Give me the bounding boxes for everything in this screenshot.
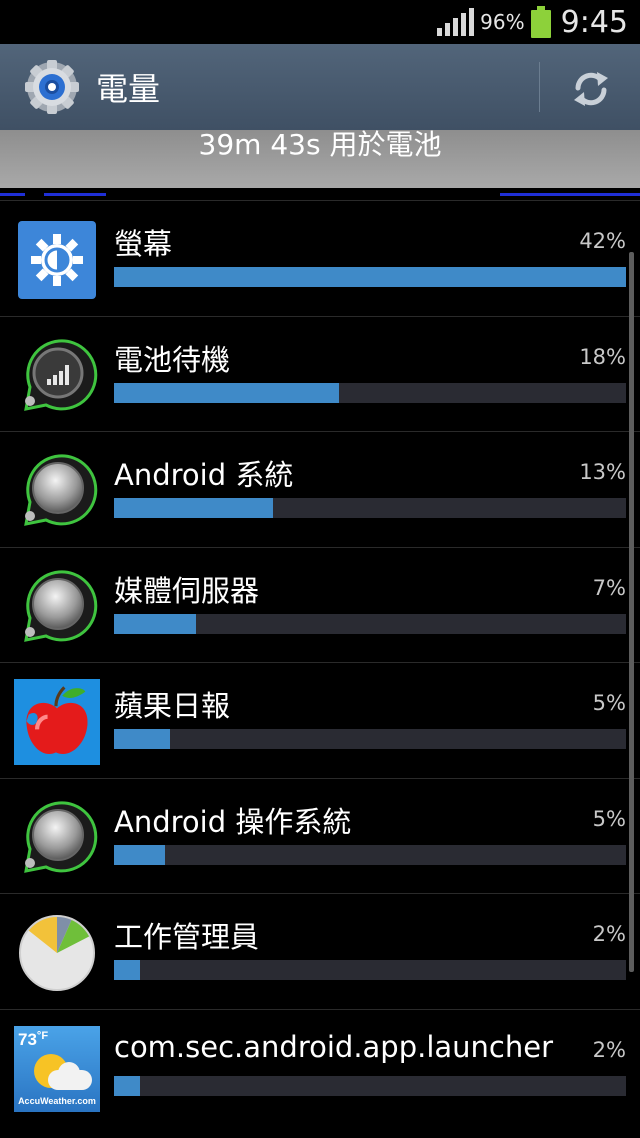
usage-row-android-system[interactable]: Android 系統 13%	[0, 431, 640, 547]
usage-bar	[114, 267, 626, 287]
battery-graph	[0, 188, 640, 200]
media-server-icon	[24, 569, 98, 642]
usage-row-media-server[interactable]: 媒體伺服器 7%	[0, 546, 640, 663]
signal-icon	[437, 8, 475, 36]
usage-row-apple-daily[interactable]: 蘋果日報 5%	[0, 662, 640, 778]
usage-bar	[114, 844, 626, 865]
usage-label: com.sec.android.app.launcher	[114, 1029, 554, 1064]
action-divider	[539, 62, 540, 112]
status-bar: 96% 9:45	[0, 0, 640, 44]
usage-bar	[114, 729, 626, 749]
usage-bar-fill	[114, 1075, 140, 1096]
action-bar: 電量	[0, 44, 640, 130]
usage-label: 電池待機	[114, 342, 231, 377]
page-title: 電量	[96, 70, 161, 108]
usage-bar-fill	[114, 613, 196, 634]
android-system-icon	[24, 454, 98, 526]
usage-list: 螢幕 42% 電池待機 18% Android 系統 13% 媒體伺服器 7% …	[0, 200, 640, 1124]
usage-bar-fill	[114, 267, 626, 287]
usage-percent: 5%	[592, 806, 626, 831]
android-os-icon	[24, 800, 98, 873]
usage-percent: 5%	[592, 691, 626, 715]
accuweather-temp: 73°F	[18, 1029, 49, 1049]
usage-label: Android 操作系統	[114, 804, 352, 839]
usage-row-screen[interactable]: 螢幕 42%	[0, 200, 640, 316]
usage-bar-fill	[114, 729, 171, 749]
usage-label: 螢幕	[114, 227, 173, 261]
usage-bar-fill	[114, 498, 273, 518]
usage-label: Android 系統	[114, 458, 294, 492]
accuweather-icon: 73°F AccuWeather.com	[14, 1025, 100, 1112]
screen-brightness-icon	[18, 221, 96, 299]
usage-bar	[114, 613, 626, 634]
cell-standby-icon	[24, 338, 98, 411]
usage-label: 蘋果日報	[114, 689, 231, 723]
usage-percent: 7%	[592, 575, 626, 600]
battery-summary-text: 39m 43s 用於電池	[198, 128, 442, 161]
usage-label: 工作管理員	[114, 920, 260, 954]
gear-icon[interactable]	[24, 59, 80, 115]
usage-row-cell-standby[interactable]: 電池待機 18%	[0, 315, 640, 432]
accuweather-brand: AccuWeather.com	[18, 1095, 96, 1106]
usage-percent: 2%	[592, 922, 626, 946]
usage-row-android-os[interactable]: Android 操作系統 5%	[0, 777, 640, 894]
usage-bar	[114, 498, 626, 518]
clock: 9:45	[560, 4, 628, 40]
scrollbar[interactable]	[629, 252, 634, 972]
task-manager-icon	[19, 915, 95, 991]
battery-icon	[530, 6, 551, 38]
usage-bar	[114, 382, 626, 403]
battery-summary[interactable]: 39m 43s 用於電池	[0, 130, 640, 188]
refresh-icon[interactable]	[570, 68, 612, 110]
battery-percent: 96%	[480, 10, 525, 34]
usage-bar	[114, 1075, 626, 1096]
usage-bar-fill	[114, 960, 140, 980]
usage-percent: 13%	[579, 460, 626, 484]
usage-percent: 42%	[579, 229, 626, 253]
usage-bar	[114, 960, 626, 980]
apple-daily-icon	[14, 679, 100, 765]
usage-label: 媒體伺服器	[114, 573, 260, 608]
usage-percent: 18%	[579, 344, 626, 369]
usage-bar-fill	[114, 382, 340, 403]
usage-bar-fill	[114, 844, 166, 865]
usage-percent: 2%	[592, 1037, 626, 1062]
usage-row-launcher[interactable]: 73°F AccuWeather.com com.sec.android.app…	[0, 1008, 640, 1125]
usage-row-task-manager[interactable]: 工作管理員 2%	[0, 893, 640, 1009]
